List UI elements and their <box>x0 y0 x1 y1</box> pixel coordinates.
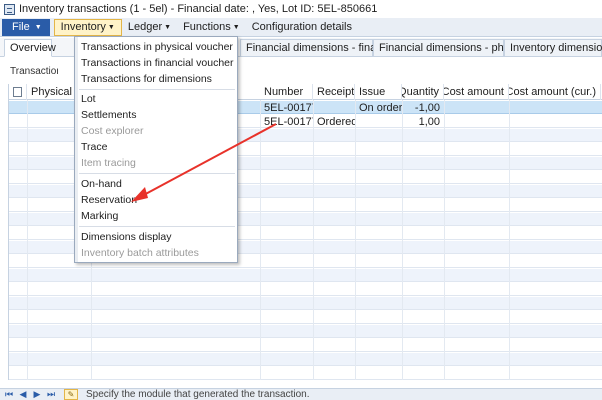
table-row[interactable] <box>9 283 602 296</box>
col-cost-amount-cur-label: Cost amount (cur.) <box>509 86 596 98</box>
menu-item-on-hand[interactable]: On-hand <box>81 176 122 191</box>
menu-gutter <box>75 37 78 262</box>
grid-column-divider <box>355 100 356 380</box>
menu-item-item-tracing: Item tracing <box>81 156 136 169</box>
cell-receipt <box>313 101 355 114</box>
table-row[interactable] <box>9 269 602 282</box>
chevron-down-icon: ▼ <box>164 23 172 31</box>
col-receipt-label: Receipt <box>317 86 355 98</box>
cell-receipt: Ordered <box>317 115 355 128</box>
status-bar: ⏮ ◀ ▶ ⏭ ✎ Specify the module that genera… <box>0 388 602 400</box>
grid-column-divider <box>27 100 28 380</box>
menu-item-cost-explorer: Cost explorer <box>81 124 144 137</box>
pencil-icon[interactable]: ✎ <box>64 389 78 400</box>
menu-configuration-details-label: Configuration details <box>251 21 352 33</box>
menu-separator <box>79 89 235 90</box>
file-menu-button[interactable]: File ▼ <box>2 18 50 36</box>
tab-financial-dimensions-financial[interactable]: Financial dimensions - financial <box>240 39 399 57</box>
col-quantity[interactable]: Quantity <box>402 84 444 100</box>
section-label: Transactions <box>10 66 58 77</box>
table-row[interactable] <box>9 311 602 324</box>
menu-item-marking[interactable]: Marking <box>81 208 118 223</box>
grid-column-divider <box>260 100 261 380</box>
menu-item-settlements[interactable]: Settlements <box>81 107 136 122</box>
tab-overview[interactable]: Overview <box>4 39 56 57</box>
cell-issue: On order <box>359 101 402 114</box>
cell-quantity: -1,00 <box>414 101 440 114</box>
tab-overview-label: Overview <box>10 42 56 54</box>
window-title: Inventory transactions (1 - 5el) - Finan… <box>19 3 378 15</box>
menu-item-transactions-physical-voucher[interactable]: Transactions in physical voucher <box>81 39 233 54</box>
select-all-cell <box>9 84 27 100</box>
col-cost-amount[interactable]: Cost amount <box>444 84 509 100</box>
menu-inventory[interactable]: Inventory ▼ <box>53 18 122 36</box>
menu-functions[interactable]: Functions ▼ <box>177 19 246 36</box>
next-record-icon[interactable]: ▶ <box>32 389 42 400</box>
select-all-checkbox[interactable] <box>13 87 22 97</box>
col-cost-amount-label: Cost amount <box>444 86 504 98</box>
grid-column-divider <box>402 100 403 380</box>
col-number[interactable]: Number <box>260 84 313 100</box>
status-help-text: Specify the module that generated the tr… <box>86 389 310 400</box>
menu-item-trace[interactable]: Trace <box>81 139 107 154</box>
tab-financial-dimensions-physical[interactable]: Financial dimensions - physical <box>373 39 531 57</box>
cell-quantity: 1,00 <box>418 115 440 128</box>
table-row[interactable] <box>9 367 602 380</box>
menu-item-lot[interactable]: Lot <box>81 91 96 106</box>
menu-item-transactions-financial-voucher[interactable]: Transactions in financial voucher <box>81 55 234 70</box>
previous-record-icon[interactable]: ◀ <box>18 389 28 400</box>
menu-item-reservation[interactable]: Reservation <box>81 192 137 207</box>
chevron-down-icon: ▼ <box>34 23 42 31</box>
last-record-icon[interactable]: ⏭ <box>46 389 56 400</box>
menu-functions-label: Functions <box>183 21 231 33</box>
inventory-dropdown-menu: Transactions in physical voucher Transac… <box>74 36 238 263</box>
col-issue[interactable]: Issue <box>355 84 402 100</box>
grid-column-divider <box>313 100 314 380</box>
col-cost-amount-cur[interactable]: Cost amount (cur.) <box>509 84 601 100</box>
menu-separator <box>79 226 235 227</box>
menu-item-inventory-batch-attributes: Inventory batch attributes <box>81 246 199 259</box>
menu-item-transactions-for-dimensions[interactable]: Transactions for dimensions <box>81 71 212 86</box>
chevron-down-icon: ▼ <box>232 23 240 31</box>
first-record-icon[interactable]: ⏮ <box>4 389 14 400</box>
col-quantity-label: Quantity <box>402 86 439 98</box>
cell-issue <box>355 115 402 128</box>
table-row[interactable] <box>9 353 602 366</box>
menu-ledger-label: Ledger <box>127 21 163 33</box>
col-receipt[interactable]: Receipt <box>313 84 355 100</box>
menu-item-dimensions-display[interactable]: Dimensions display <box>81 229 171 244</box>
col-issue-label: Issue <box>359 86 386 98</box>
grid-column-divider <box>444 100 445 380</box>
grid-column-divider <box>509 100 510 380</box>
menu-bar: File ▼ Inventory ▼ Ledger ▼ Functions ▼ … <box>0 18 602 37</box>
cell-number: 5EL-001774 <box>264 101 313 114</box>
table-row[interactable] <box>9 297 602 310</box>
tab-inventory-dimensions[interactable]: Inventory dimensions <box>504 39 602 57</box>
table-row[interactable] <box>9 339 602 352</box>
app-window-icon <box>4 3 15 15</box>
menu-configuration-details[interactable]: Configuration details <box>246 19 358 36</box>
title-bar: Inventory transactions (1 - 5el) - Finan… <box>0 0 602 18</box>
menu-inventory-label: Inventory <box>60 21 106 33</box>
cell-number: 5EL-001774 <box>264 115 313 128</box>
tab-inventory-label: Inventory dimensions <box>510 42 602 54</box>
file-menu-label: File <box>12 21 30 33</box>
col-number-label: Number <box>264 86 304 98</box>
table-row[interactable] <box>9 325 602 338</box>
menu-separator <box>79 173 235 174</box>
menu-ledger[interactable]: Ledger ▼ <box>122 19 177 36</box>
chevron-down-icon: ▼ <box>107 23 115 31</box>
